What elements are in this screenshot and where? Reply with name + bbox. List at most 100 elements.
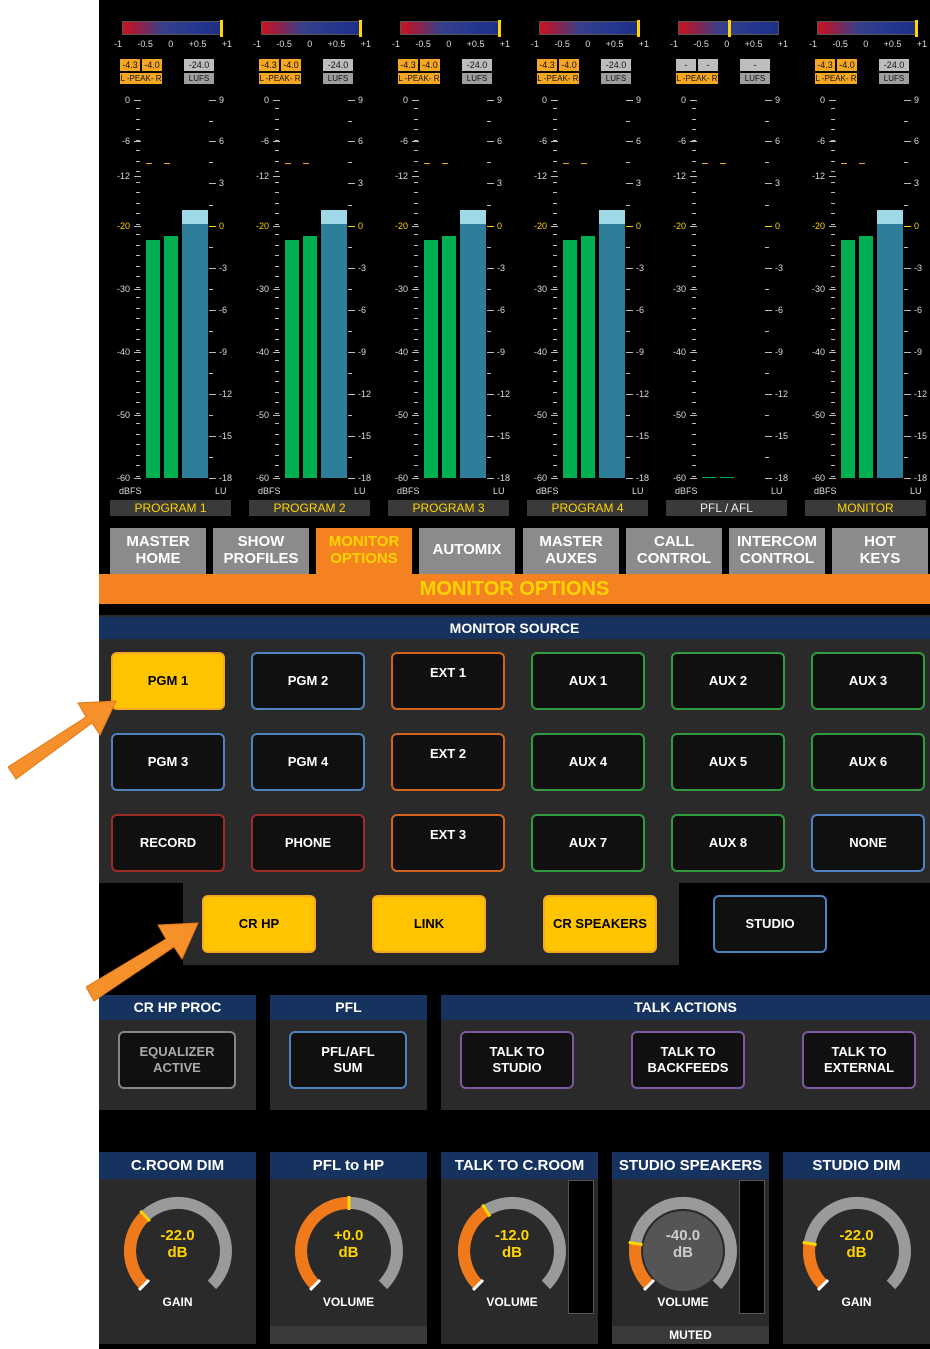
level-bar-left: [424, 240, 438, 478]
dbfs-tick-label: -12: [533, 171, 547, 181]
dbfs-tick-label: -12: [116, 171, 130, 181]
source-button-aux-4[interactable]: AUX 4: [531, 733, 645, 791]
knob-value: -22.0: [839, 1227, 874, 1244]
dbfs-minor-tick: [275, 150, 279, 151]
phase-meter: [817, 21, 918, 35]
tab-show-profiles[interactable]: SHOW PROFILES: [213, 528, 309, 574]
dbfs-minor-tick: [831, 203, 835, 204]
lu-tick: [765, 352, 772, 353]
knob-footer: MUTED: [612, 1326, 769, 1344]
monitor-options-app: -1 -0.5 0 +0.5 +1 -4.3 -4.0 -24.0 L -PEAK- R LUFS…: [99, 0, 930, 1349]
meter-name[interactable]: PROGRAM 1: [110, 500, 231, 516]
peak-left-value: -4.3: [398, 59, 418, 71]
dbfs-minor-tick: [692, 213, 696, 214]
source-button-pgm-4[interactable]: PGM 4: [251, 733, 365, 791]
dbfs-minor-tick: [136, 360, 140, 361]
destination-cr-hp-button[interactable]: CR HP: [202, 895, 316, 953]
meter-name[interactable]: PROGRAM 4: [527, 500, 648, 516]
tab-hot-keys[interactable]: HOT KEYS: [832, 528, 928, 574]
lu-minor-tick: [487, 373, 491, 374]
dbfs-tick: [134, 289, 141, 290]
dbfs-tick: [551, 226, 558, 227]
dbfs-minor-tick: [553, 444, 557, 445]
dbfs-minor-tick: [414, 182, 418, 183]
dbfs-minor-tick: [136, 434, 140, 435]
equalizer-active-button[interactable]: EQUALIZER ACTIVE: [118, 1031, 236, 1089]
lu-minor-tick: [904, 205, 908, 206]
lu-minor-tick: [209, 205, 213, 206]
tab-monitor-options[interactable]: MONITOR OPTIONS: [316, 528, 412, 574]
source-button-aux-7[interactable]: AUX 7: [531, 814, 645, 872]
lufs-value: -24.0: [184, 59, 214, 71]
dbfs-tick: [273, 100, 280, 101]
knob-unit: dB: [167, 1244, 188, 1261]
source-button-aux-3[interactable]: AUX 3: [811, 652, 925, 710]
source-button-aux-2[interactable]: AUX 2: [671, 652, 785, 710]
lu-minor-tick: [626, 415, 630, 416]
knob-unit: dB: [502, 1244, 522, 1261]
source-button-phone[interactable]: PHONE: [251, 814, 365, 872]
tab-master-auxes[interactable]: MASTER AUXES: [523, 528, 619, 574]
dbfs-tick-label: -6: [121, 136, 130, 146]
phase-marker: [498, 20, 501, 37]
source-button-aux-5[interactable]: AUX 5: [671, 733, 785, 791]
tab-intercom-control[interactable]: INTERCOM CONTROL: [729, 528, 825, 574]
source-button-pgm-3[interactable]: PGM 3: [111, 733, 225, 791]
dbfs-minor-tick: [414, 224, 418, 225]
source-button-record[interactable]: RECORD: [111, 814, 225, 872]
destination-link-button[interactable]: LINK: [372, 895, 486, 953]
lu-unit: LU: [354, 486, 366, 496]
dbfs-minor-tick: [275, 392, 279, 393]
lu-tick: [348, 310, 355, 311]
dbfs-minor-tick: [136, 129, 140, 130]
source-button-none[interactable]: NONE: [811, 814, 925, 872]
tab-call-control[interactable]: CALL CONTROL: [626, 528, 722, 574]
talk-action-button[interactable]: TALK TO EXTERNAL: [802, 1031, 916, 1089]
dbfs-tick-label: -40: [116, 347, 130, 357]
peak-right-value: -: [698, 59, 718, 71]
pfl-afl-sum-button[interactable]: PFL/AFL SUM: [289, 1031, 407, 1089]
meter-name[interactable]: PFL / AFL: [666, 500, 787, 516]
lu-tick: [348, 183, 355, 184]
talk-action-button[interactable]: TALK TO BACKFEEDS: [631, 1031, 745, 1089]
source-button-pgm-2[interactable]: PGM 2: [251, 652, 365, 710]
dbfs-minor-tick: [136, 140, 140, 141]
source-button-ext-2[interactable]: EXT 2: [391, 733, 505, 791]
dbfs-minor-tick: [414, 297, 418, 298]
peak-hold-left: [841, 163, 847, 164]
tab-automix[interactable]: AUTOMIX: [419, 528, 515, 574]
lu-tick-label: -9: [497, 347, 506, 357]
dbfs-tick-label: -6: [538, 136, 547, 146]
knob-title: C.ROOM DIM: [99, 1152, 256, 1179]
knob-unit: dB: [846, 1244, 867, 1261]
source-button-aux-6[interactable]: AUX 6: [811, 733, 925, 791]
dbfs-minor-tick: [553, 140, 557, 141]
lu-tick: [487, 183, 494, 184]
dbfs-tick-label: -12: [672, 171, 686, 181]
peak-left-value: -: [676, 59, 696, 71]
dbfs-tick-label: -50: [533, 410, 547, 420]
source-button-aux-8[interactable]: AUX 8: [671, 814, 785, 872]
meter-name[interactable]: PROGRAM 3: [388, 500, 509, 516]
source-button-ext-1[interactable]: EXT 1: [391, 652, 505, 710]
destination-cr-speakers-button[interactable]: CR SPEAKERS: [543, 895, 657, 953]
source-button-aux-1[interactable]: AUX 1: [531, 652, 645, 710]
lu-tick-label: -18: [775, 473, 789, 483]
lu-tick: [904, 183, 911, 184]
tab-master-home[interactable]: MASTER HOME: [110, 528, 206, 574]
talk-action-button[interactable]: TALK TO STUDIO: [460, 1031, 574, 1089]
source-button-pgm-1[interactable]: PGM 1: [111, 652, 225, 710]
dbfs-tick: [690, 226, 697, 227]
dbfs-minor-tick: [275, 350, 279, 351]
peak-left-value: -4.3: [120, 59, 140, 71]
lu-tick-label: 0: [219, 221, 225, 231]
dbfs-tick-label: -6: [816, 136, 825, 146]
source-button-ext-3[interactable]: EXT 3: [391, 814, 505, 872]
phase-scale: -1 -0.5 0 +0.5 +1: [392, 39, 510, 49]
lu-tick: [209, 478, 216, 479]
destination-studio-button[interactable]: STUDIO: [713, 895, 827, 953]
phase-scale-label: -0.5: [832, 39, 848, 49]
meter-name[interactable]: PROGRAM 2: [249, 500, 370, 516]
dbfs-minor-tick: [692, 192, 696, 193]
meter-name[interactable]: MONITOR: [805, 500, 926, 516]
